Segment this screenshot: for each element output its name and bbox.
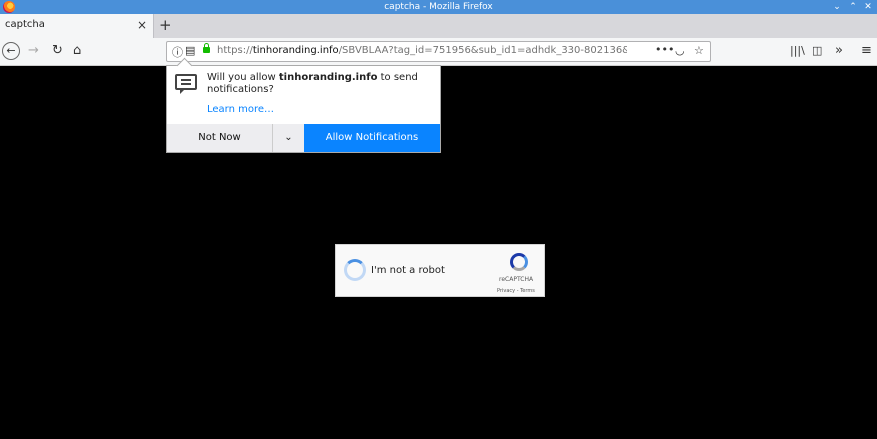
- navigation-toolbar: ← → ↻ ⌂ ⓘ ▤ https://tinhoranding.info/SB…: [0, 38, 877, 66]
- close-window-icon[interactable]: ✕: [861, 0, 875, 14]
- popup-buttons: Not Now ⌄ Allow Notifications: [167, 124, 440, 152]
- learn-more-link[interactable]: Learn more…: [207, 104, 274, 115]
- recaptcha-brand: reCAPTCHA: [499, 276, 534, 283]
- home-button[interactable]: ⌂: [73, 43, 81, 59]
- lock-icon: [203, 43, 210, 53]
- not-now-button[interactable]: Not Now: [167, 124, 273, 152]
- recaptcha-logo-icon: [510, 253, 528, 271]
- notification-permission-popup: Will you allow tinhoranding.info to send…: [166, 57, 441, 153]
- maximize-icon[interactable]: ⌃: [846, 0, 860, 14]
- reload-button[interactable]: ↻: [52, 43, 63, 59]
- site-info-icon[interactable]: ⓘ: [172, 44, 183, 60]
- notification-permission-icon[interactable]: ▤: [185, 44, 195, 57]
- site-name: tinhoranding.info: [278, 72, 378, 83]
- chevron-down-icon[interactable]: ⌄: [273, 124, 304, 152]
- hamburger-menu-icon[interactable]: ≡: [861, 43, 872, 59]
- window-titlebar: captcha - Mozilla Firefox ⌄ ⌃ ✕: [0, 0, 877, 14]
- back-button[interactable]: ←: [2, 42, 20, 60]
- allow-notifications-button[interactable]: Allow Notifications: [304, 124, 440, 152]
- captcha-checkbox[interactable]: [344, 259, 366, 281]
- url-text[interactable]: https://tinhoranding.info/SBVBLAA?tag_id…: [217, 45, 627, 56]
- library-icon[interactable]: |||\: [790, 43, 805, 59]
- page-actions-icon[interactable]: •••: [655, 43, 674, 56]
- sidebar-icon[interactable]: ◫: [812, 43, 822, 59]
- new-tab-button[interactable]: +: [159, 16, 172, 34]
- recaptcha-widget: I'm not a robot reCAPTCHA Privacy - Term…: [335, 244, 545, 297]
- pocket-icon[interactable]: ◡: [675, 44, 685, 57]
- window-title: captcha - Mozilla Firefox: [384, 2, 493, 12]
- overflow-menu-icon[interactable]: »: [835, 43, 843, 59]
- tab-title: captcha: [5, 19, 45, 30]
- tab-close-icon[interactable]: ×: [137, 18, 147, 32]
- url-bar[interactable]: ⓘ ▤ https://tinhoranding.info/SBVBLAA?ta…: [166, 41, 711, 62]
- tab-captcha[interactable]: captcha ×: [0, 14, 154, 38]
- captcha-label: I'm not a robot: [371, 265, 445, 276]
- permission-message: Will you allow tinhoranding.info to send…: [207, 72, 418, 95]
- minimize-icon[interactable]: ⌄: [830, 0, 844, 14]
- forward-button[interactable]: →: [28, 43, 39, 59]
- tab-bar: captcha × +: [0, 14, 877, 38]
- bookmark-star-icon[interactable]: ☆: [694, 44, 704, 57]
- firefox-logo-icon: [3, 1, 15, 13]
- chat-bubble-icon: [175, 74, 197, 94]
- recaptcha-links[interactable]: Privacy - Terms: [497, 288, 535, 294]
